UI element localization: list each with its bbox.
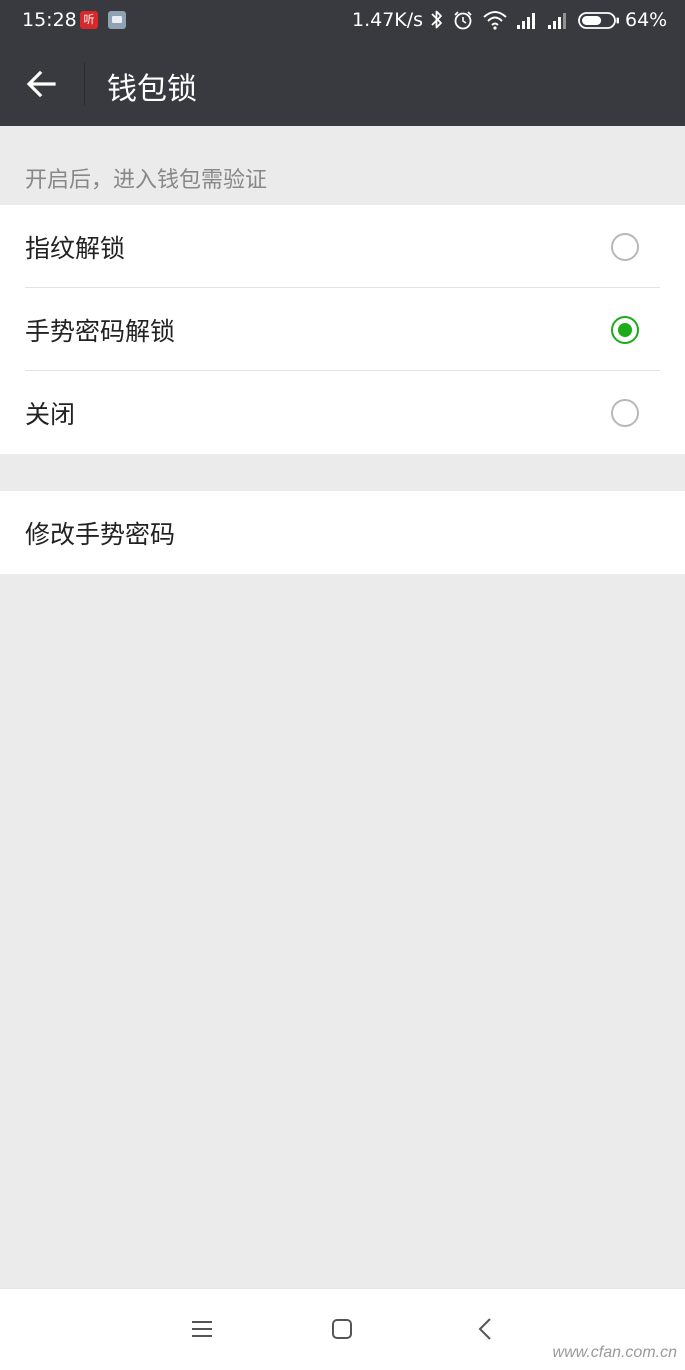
option-label: 手势密码解锁	[25, 317, 176, 346]
option-fingerprint[interactable]: 指纹解锁	[0, 205, 685, 288]
system-nav-bar: www.cfan.com.cn	[0, 1288, 685, 1370]
back-button[interactable]	[18, 62, 66, 106]
option-label: 关闭	[25, 400, 76, 429]
wifi-icon	[483, 11, 507, 30]
bluetooth-icon	[431, 10, 442, 29]
app-bar: 钱包锁	[0, 42, 685, 126]
modify-gesture-password-label: 修改手势密码	[25, 520, 176, 549]
app-bar-divider	[84, 62, 85, 106]
battery-percent: 64%	[625, 9, 668, 31]
menu-icon	[192, 1321, 212, 1337]
status-bar: 15:28 听 1.47K/s 64%	[0, 0, 685, 42]
network-speed: 1.47K/s	[352, 9, 424, 31]
battery-icon	[578, 12, 619, 29]
home-button[interactable]	[326, 1313, 358, 1345]
back-icon	[478, 1318, 491, 1340]
signal-icon	[517, 13, 535, 29]
modify-gesture-password-button[interactable]: 修改手势密码	[0, 491, 685, 574]
radio-off[interactable]	[611, 399, 639, 427]
page-title: 钱包锁	[107, 72, 197, 107]
radio-gesture-password[interactable]	[611, 316, 639, 344]
lock-options-group: 指纹解锁 手势密码解锁 关闭	[0, 205, 685, 454]
notification-app-icon	[108, 11, 126, 29]
option-gesture-password[interactable]: 手势密码解锁	[0, 288, 685, 371]
home-icon	[332, 1319, 352, 1339]
listen-app-icon: 听	[80, 11, 98, 29]
option-label: 指纹解锁	[25, 234, 126, 263]
section-hint: 开启后，进入钱包需验证	[25, 168, 268, 193]
arrow-left-icon	[26, 70, 56, 98]
alarm-icon	[454, 11, 472, 30]
signal-icon	[548, 13, 566, 29]
watermark: www.cfan.com.cn	[552, 1344, 677, 1361]
menu-button[interactable]	[186, 1313, 218, 1345]
status-time: 15:28	[22, 9, 77, 31]
radio-fingerprint[interactable]	[611, 233, 639, 261]
option-off[interactable]: 关闭	[0, 371, 685, 454]
nav-back-button[interactable]	[470, 1313, 502, 1345]
